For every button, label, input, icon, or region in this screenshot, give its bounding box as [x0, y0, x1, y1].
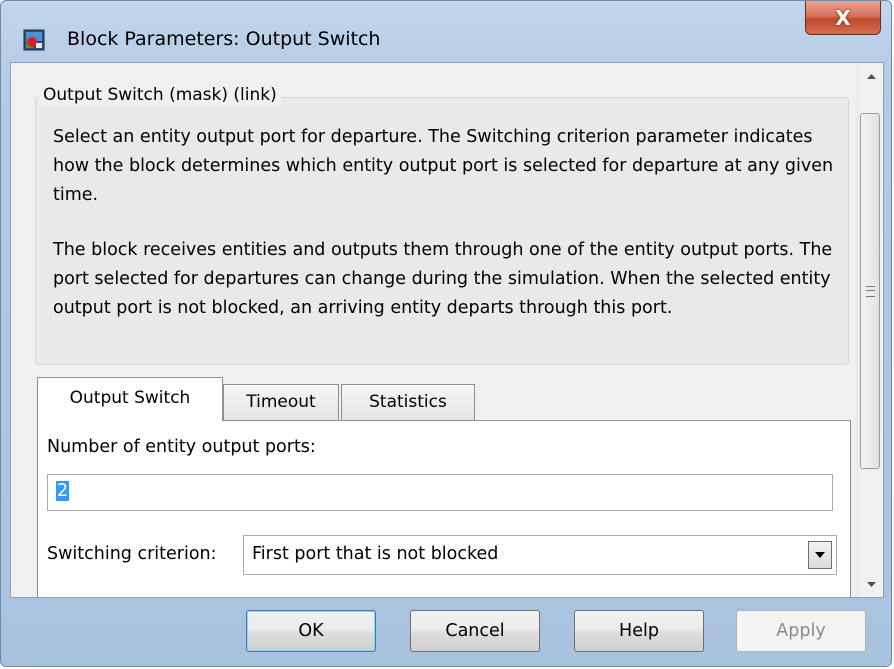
tab-timeout[interactable]: Timeout	[223, 384, 339, 421]
title-bar[interactable]: Block Parameters: Output Switch X	[1, 1, 891, 61]
apply-button[interactable]: Apply	[736, 610, 866, 652]
ports-input[interactable]: 2	[47, 474, 833, 511]
close-icon: X	[835, 5, 851, 30]
grip-icon	[865, 285, 875, 297]
help-button[interactable]: Help	[574, 610, 704, 652]
tab-statistics[interactable]: Statistics	[341, 384, 475, 421]
scrollbar-thumb[interactable]	[860, 113, 880, 469]
mask-description-2: The block receives entities and outputs …	[53, 240, 833, 318]
cancel-button[interactable]: Cancel	[410, 610, 540, 652]
chevron-down-icon[interactable]	[808, 541, 832, 569]
simulink-block-icon	[23, 29, 45, 51]
dialog-client-area: Output Switch (mask) (link) Select an en…	[10, 62, 884, 598]
mask-legend: Output Switch (mask) (link)	[39, 85, 281, 105]
close-button[interactable]: X	[805, 1, 881, 35]
scroll-up-icon[interactable]	[858, 63, 883, 89]
ports-label: Number of entity output ports:	[47, 437, 316, 457]
ok-button[interactable]: OK	[246, 610, 376, 652]
scroll-down-icon[interactable]	[858, 571, 883, 597]
vertical-scrollbar[interactable]	[857, 63, 883, 597]
mask-description-1: Select an entity output port for departu…	[53, 127, 834, 205]
dialog-window: Block Parameters: Output Switch X Output…	[0, 0, 892, 667]
criterion-dropdown[interactable]: First port that is not blocked	[243, 535, 837, 575]
criterion-label: Switching criterion:	[47, 544, 217, 564]
ports-input-value: 2	[56, 481, 70, 501]
dialog-button-bar: OK Cancel Help Apply	[1, 599, 891, 666]
criterion-value: First port that is not blocked	[252, 544, 499, 564]
parameters-scroll-area: Output Switch (mask) (link) Select an en…	[11, 63, 857, 597]
window-title: Block Parameters: Output Switch	[67, 28, 381, 50]
tab-output-switch[interactable]: Output Switch	[37, 377, 223, 421]
